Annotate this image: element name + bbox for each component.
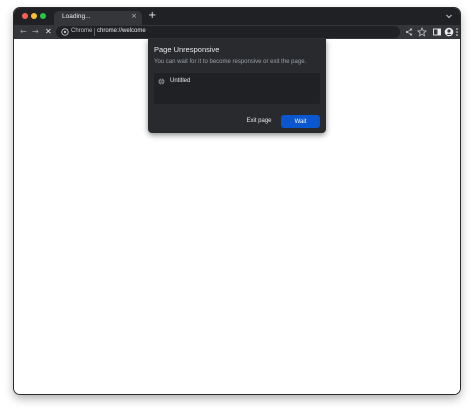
globe-icon xyxy=(158,78,165,85)
list-item: Untitled xyxy=(158,77,308,87)
kebab-menu-icon[interactable] xyxy=(454,27,460,37)
page-name: Untitled xyxy=(170,78,191,84)
browser-window: Loading... × + ← → ✕ Chrome chrome://wel… xyxy=(14,8,460,394)
bookmark-star-icon[interactable] xyxy=(417,27,427,37)
tab-loading[interactable]: Loading... × xyxy=(54,11,142,25)
omnibox-divider xyxy=(94,28,95,36)
address-bar[interactable]: Chrome chrome://welcome xyxy=(56,26,400,38)
tab-search-chevron-icon[interactable] xyxy=(444,11,454,21)
side-panel-icon[interactable] xyxy=(432,27,442,37)
profile-avatar-icon[interactable] xyxy=(444,27,454,37)
stop-loading-button[interactable]: ✕ xyxy=(45,26,52,38)
unresponsive-page-list: Untitled xyxy=(154,73,320,104)
forward-button[interactable]: → xyxy=(32,26,39,38)
new-tab-button[interactable]: + xyxy=(148,10,156,22)
wait-button[interactable]: Wait xyxy=(281,115,320,128)
maximize-window-button[interactable] xyxy=(40,13,46,19)
tab-close-icon[interactable]: × xyxy=(131,12,137,20)
dialog-title: Page Unresponsive xyxy=(154,45,220,54)
exit-page-button[interactable]: Exit page xyxy=(241,115,277,127)
chrome-site-icon xyxy=(61,28,69,36)
share-icon[interactable] xyxy=(404,27,414,37)
tab-title: Loading... xyxy=(62,13,91,20)
site-chip-label[interactable]: Chrome xyxy=(71,28,92,34)
url-text[interactable]: chrome://welcome xyxy=(97,28,146,34)
toolbar: ← → ✕ Chrome chrome://welcome xyxy=(14,25,460,39)
dialog-message: You can wait for it to become responsive… xyxy=(154,59,307,65)
back-button[interactable]: ← xyxy=(20,26,27,38)
page-unresponsive-dialog: Page Unresponsive You can wait for it to… xyxy=(148,39,326,133)
title-bar: Loading... × + xyxy=(14,8,460,25)
minimize-window-button[interactable] xyxy=(31,13,37,19)
close-window-button[interactable] xyxy=(22,13,28,19)
